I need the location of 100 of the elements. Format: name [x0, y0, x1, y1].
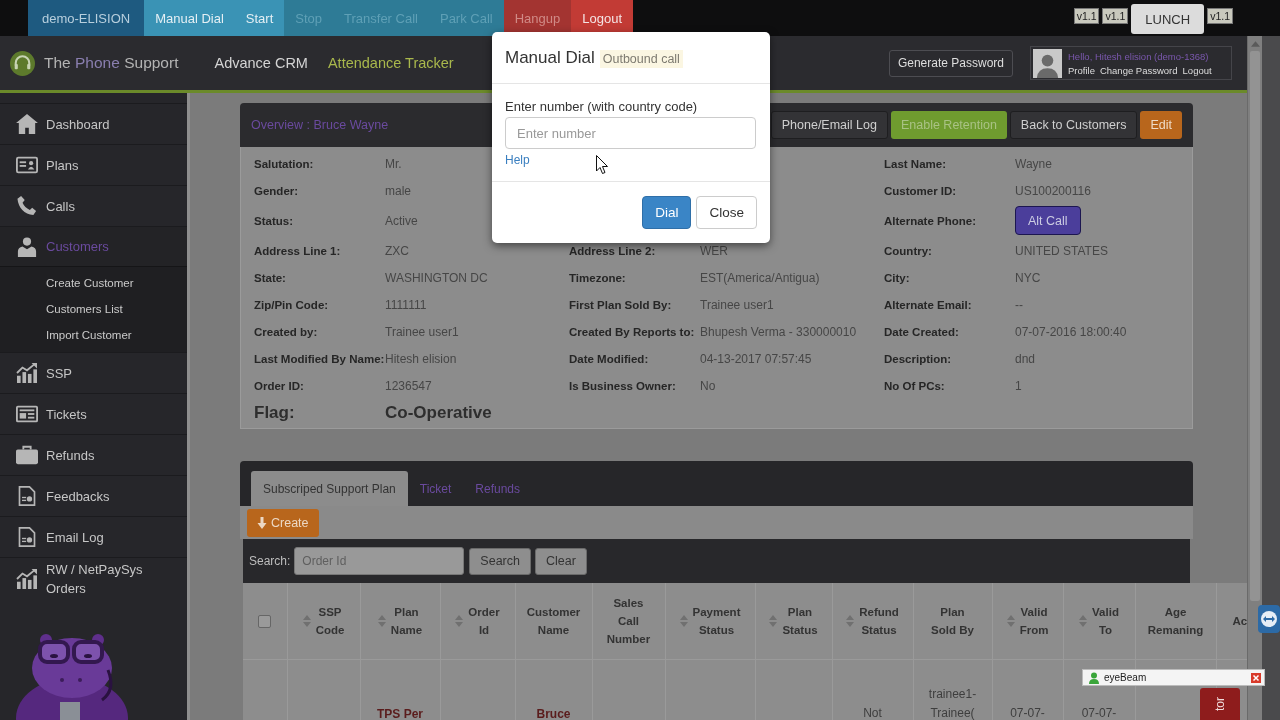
field-label: Address Line 1:	[254, 244, 341, 257]
sidebar-item[interactable]: Feedbacks	[0, 475, 187, 516]
sidebar-item[interactable]: Refunds	[0, 434, 187, 475]
column-header[interactable]: Payment Status	[692, 603, 741, 639]
sort-icon[interactable]	[769, 615, 778, 627]
sort-icon[interactable]	[455, 615, 464, 627]
tab[interactable]: Refunds	[463, 471, 532, 506]
field-label: Order ID:	[254, 379, 304, 392]
person-icon	[1089, 671, 1099, 684]
field-label: Address Line 2:	[569, 244, 656, 257]
dial-button[interactable]: Dial	[642, 196, 692, 229]
column-header[interactable]: Valid To	[1092, 603, 1119, 639]
sidebar-item[interactable]: Dashboard	[0, 103, 187, 144]
sidebar-subitem[interactable]: Import Customer	[0, 322, 187, 348]
lunch-button[interactable]: LUNCH	[1131, 4, 1205, 34]
field-value: No	[700, 378, 716, 393]
field-value: 1	[1015, 378, 1022, 393]
checkbox[interactable]	[258, 615, 272, 629]
call-type-badge: Outbound call	[599, 49, 683, 68]
sidebar-item[interactable]: Tickets	[0, 393, 187, 434]
column-header[interactable]: Plan Name	[390, 603, 423, 639]
dialog-title: Manual Dial	[505, 47, 595, 68]
column-header: Customer Name	[526, 605, 581, 638]
sidebar-item[interactable]: Customers	[0, 226, 187, 267]
field-label: Enter number (with country code)	[505, 99, 698, 114]
search-bar-button[interactable]: Clear	[534, 547, 587, 575]
sort-icon[interactable]	[1079, 615, 1088, 627]
field-value: 1236547	[385, 378, 432, 393]
newspaper-icon	[16, 404, 38, 424]
table-text: 07-07-	[1081, 706, 1117, 720]
field-value: Trainee user1	[700, 297, 774, 312]
field-value: 1111111	[385, 297, 427, 312]
field-label: Created by:	[254, 325, 318, 338]
table-link[interactable]: TPS Per	[377, 707, 423, 720]
tab[interactable]: Subscriped Support Plan	[251, 471, 408, 506]
field-label: State:	[254, 271, 286, 284]
field-label: Last Modified By Name:	[254, 352, 385, 365]
field-label: Created By Reports to:	[569, 325, 695, 338]
close-button[interactable]: Close	[696, 196, 757, 229]
tab[interactable]: Ticket	[407, 471, 464, 506]
nav-link[interactable]: Advance CRM	[214, 55, 308, 71]
sort-icon[interactable]	[846, 615, 855, 627]
alt-call-button[interactable]: Alt Call	[1015, 206, 1081, 235]
account-label: demo-ELISION	[28, 0, 145, 36]
sort-icon[interactable]	[302, 615, 311, 627]
column-header: Ac	[1232, 614, 1247, 629]
generate-password-button[interactable]: Generate Password	[888, 49, 1013, 77]
field-value: dnd	[1015, 351, 1036, 366]
column-header: Plan Sold By	[931, 605, 974, 638]
sort-icon[interactable]	[679, 615, 688, 627]
field-value: NYC	[1015, 270, 1041, 285]
toolbar-button[interactable]: Start	[234, 0, 285, 36]
search-bar-button[interactable]: Search	[469, 547, 531, 575]
sidebar-subitem[interactable]: Customers List	[0, 296, 187, 322]
number-field[interactable]: Enter number	[505, 117, 756, 149]
column-header[interactable]: Refund Status	[859, 603, 899, 639]
sidebar-item[interactable]: SSP	[0, 352, 187, 393]
help-link[interactable]: Help	[505, 153, 530, 167]
user-menu-link[interactable]: Profile	[1068, 64, 1095, 76]
flag-label: Flag:	[254, 402, 295, 424]
close-icon[interactable]	[1251, 672, 1261, 683]
field-label: Last Name:	[884, 157, 946, 170]
column-header[interactable]: Valid From	[1019, 603, 1049, 639]
up-arrow-icon[interactable]	[1250, 41, 1260, 47]
column-header[interactable]: Plan Status	[782, 603, 818, 639]
field-label: Alternate Email:	[884, 298, 972, 311]
user-menu-link[interactable]: Change Password	[1099, 64, 1178, 76]
field-label: Alternate Phone:	[884, 214, 976, 227]
sidebar-item[interactable]: Email Log	[0, 516, 187, 557]
sort-icon[interactable]	[1006, 615, 1015, 627]
create-button[interactable]: Create	[247, 508, 319, 537]
field-value: WER	[700, 243, 728, 258]
field-value: US100200116	[1015, 183, 1091, 198]
field-label: No Of PCs:	[884, 379, 945, 392]
column-header[interactable]: Order Id	[468, 603, 500, 639]
side-tab[interactable]: tor	[1200, 688, 1240, 720]
sidebar-item[interactable]: Plans	[0, 144, 187, 185]
sidebar-item[interactable]: RW / NetPaySys Orders	[0, 557, 187, 600]
user-menu-link[interactable]: Logout	[1182, 64, 1212, 76]
sidebar-subitem[interactable]: Create Customer	[0, 270, 187, 296]
action-button[interactable]: Phone/Email Log	[770, 111, 888, 139]
overview-title: Overview : Bruce Wayne	[251, 118, 389, 132]
table-link[interactable]: Bruce	[536, 707, 571, 720]
action-button[interactable]: Back to Customers	[1009, 111, 1138, 139]
scrollbar-track[interactable]	[1247, 36, 1262, 720]
action-button[interactable]: Edit	[1140, 111, 1182, 139]
document-icon	[16, 486, 38, 506]
briefcase-icon	[16, 445, 38, 465]
avatar-placeholder	[1033, 48, 1062, 78]
toolbar-button[interactable]: Manual Dial	[144, 0, 235, 36]
column-header[interactable]: SSP Code	[315, 603, 345, 639]
field-value: Active	[385, 213, 418, 228]
version-badge: v1.1	[1073, 8, 1100, 24]
flag-value: Co-Operative	[385, 402, 492, 424]
field-value: EST(America/Antigua)	[700, 270, 820, 285]
field-label: Timezone:	[569, 271, 626, 284]
document-icon	[16, 527, 38, 547]
search-label: Search:	[249, 554, 291, 568]
sort-icon[interactable]	[377, 615, 386, 627]
nav-link[interactable]: Attendance Tracker	[327, 55, 454, 71]
